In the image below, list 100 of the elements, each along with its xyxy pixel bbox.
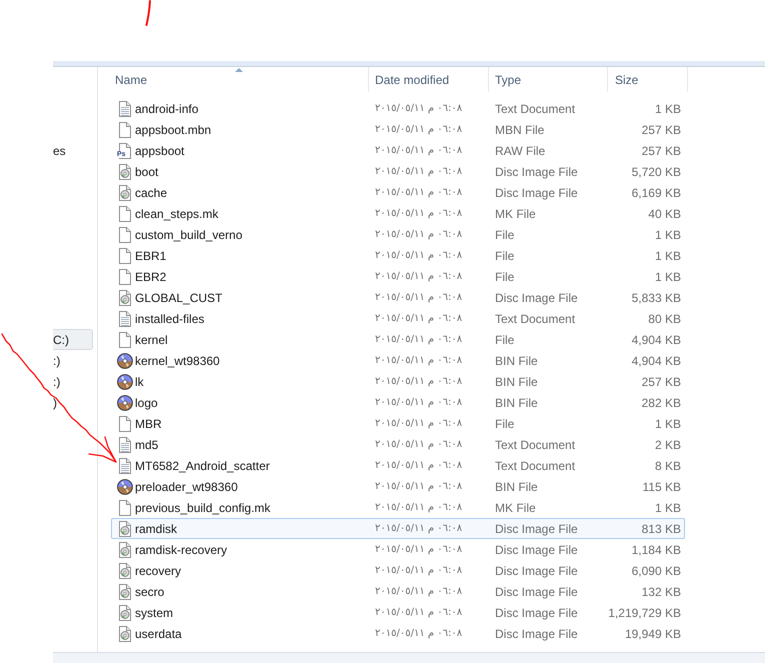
nav-item[interactable]: :)	[53, 371, 93, 392]
disc-file-icon	[117, 184, 133, 200]
date-modified: ٢٠١٥/٠٥/١١ م ٠٦:٠٨	[375, 102, 462, 116]
file-name: md5	[135, 438, 158, 452]
text-file-icon	[117, 100, 133, 116]
file-name: appsboot	[135, 144, 184, 158]
disc-file-icon	[117, 520, 133, 536]
date-modified: ٢٠١٥/٠٥/١١ م ٠٦:٠٨	[375, 248, 462, 262]
blank-file-icon	[117, 416, 133, 432]
file-name: userdata	[135, 626, 182, 640]
disc-icon	[117, 374, 133, 390]
file-name: appsboot.mbn	[135, 122, 212, 136]
file-size: 19,949 KB	[624, 626, 681, 640]
file-type: Text Document	[495, 312, 576, 326]
date-modified: ٢٠١٥/٠٥/١١ م ٠٦:٠٨	[375, 606, 462, 620]
file-type: File	[495, 270, 514, 284]
file-type: Disc Image File	[495, 542, 578, 556]
date-modified: ٢٠١٥/٠٥/١١ م ٠٦:٠٨	[375, 416, 462, 430]
disc-file-icon	[117, 542, 133, 558]
column-header[interactable]: Name	[111, 67, 369, 92]
column-header[interactable]: Date modified	[369, 67, 489, 92]
file-size: 5,833 KB	[632, 290, 681, 304]
date-modified: ٢٠١٥/٠٥/١١ م ٠٦:٠٨	[375, 312, 462, 326]
file-size: 813 KB	[642, 522, 681, 536]
disc-file-icon	[117, 584, 133, 600]
date-modified: ٢٠١٥/٠٥/١١ م ٠٦:٠٨	[375, 228, 462, 242]
disc-icon	[117, 352, 133, 368]
file-type: File	[495, 228, 514, 242]
file-name: boot	[135, 164, 158, 178]
file-type: Disc Image File	[495, 564, 578, 578]
disc-icon	[117, 478, 133, 494]
file-name: MT6582_Android_scatter	[135, 458, 270, 472]
blank-file-icon	[117, 206, 133, 222]
disc-file-icon	[117, 562, 133, 578]
file-name: clean_steps.mk	[135, 206, 218, 220]
blank-file-icon	[117, 500, 133, 516]
file-name: installed-files	[135, 312, 204, 326]
file-size: 4,904 KB	[632, 332, 681, 346]
file-type: Disc Image File	[495, 290, 578, 304]
file-name: ramdisk	[135, 522, 178, 536]
file-size: 1 KB	[654, 416, 681, 430]
date-modified: ٢٠١٥/٠٥/١١ م ٠٦:٠٨	[375, 144, 462, 158]
nav-item[interactable]: :)	[53, 350, 93, 371]
column-header[interactable]: Type	[489, 67, 608, 92]
date-modified: ٢٠١٥/٠٥/١١ م ٠٦:٠٨	[375, 396, 462, 410]
file-name: cache	[135, 186, 168, 200]
file-type: Disc Image File	[495, 584, 578, 598]
file-size: 5,720 KB	[632, 164, 681, 178]
text-file-icon	[117, 458, 133, 474]
file-size: 80 KB	[648, 312, 681, 326]
file-size: 8 KB	[654, 458, 681, 472]
date-modified: ٢٠١٥/٠٥/١١ م ٠٦:٠٨	[375, 122, 462, 136]
file-name: preloader_wt98360	[135, 480, 238, 494]
file-size: 6,169 KB	[632, 186, 681, 200]
nav-item[interactable]: es	[53, 140, 93, 161]
file-type: Text Document	[495, 438, 576, 452]
file-size: 1 KB	[654, 270, 681, 284]
file-size: 282 KB	[642, 396, 681, 410]
file-type: Disc Image File	[495, 164, 578, 178]
file-size: 40 KB	[648, 206, 681, 220]
file-type: Text Document	[495, 102, 576, 116]
blank-file-icon	[117, 122, 133, 138]
disc-file-icon	[117, 626, 133, 642]
date-modified: ٢٠١٥/٠٥/١١ م ٠٦:٠٨	[375, 480, 462, 494]
date-modified: ٢٠١٥/٠٥/١١ م ٠٦:٠٨	[375, 374, 462, 388]
file-type: File	[495, 416, 514, 430]
file-type: RAW File	[495, 144, 546, 158]
disc-file-icon	[117, 290, 133, 306]
file-name: EBR1	[135, 248, 166, 262]
file-name: custom_build_verno	[135, 228, 242, 242]
file-size: 132 KB	[642, 584, 681, 598]
file-size: 1 KB	[654, 102, 681, 116]
file-name: previous_build_config.mk	[135, 500, 270, 514]
file-size: 4,904 KB	[632, 354, 681, 368]
file-size: 1,219,729 KB	[608, 606, 681, 620]
file-name: lk	[135, 374, 144, 388]
file-type: File	[495, 332, 514, 346]
date-modified: ٢٠١٥/٠٥/١١ م ٠٦:٠٨	[375, 290, 462, 304]
date-modified: ٢٠١٥/٠٥/١١ م ٠٦:٠٨	[375, 270, 462, 284]
date-modified: ٢٠١٥/٠٥/١١ م ٠٦:٠٨	[375, 542, 462, 556]
date-modified: ٢٠١٥/٠٥/١١ م ٠٦:٠٨	[375, 438, 462, 452]
column-header[interactable]: Size	[608, 67, 688, 92]
file-type: Text Document	[495, 458, 576, 472]
nav-item[interactable]: )	[53, 392, 93, 413]
blank-file-icon	[117, 268, 133, 284]
disc-icon	[117, 394, 133, 410]
file-type: MK File	[495, 500, 536, 514]
file-size: 2 KB	[654, 438, 681, 452]
file-name: logo	[135, 396, 158, 410]
file-type: MK File	[495, 206, 536, 220]
file-size: 257 KB	[642, 122, 681, 136]
file-type: MBN File	[495, 122, 544, 136]
text-file-icon	[117, 436, 133, 452]
date-modified: ٢٠١٥/٠٥/١١ م ٠٦:٠٨	[375, 354, 462, 368]
date-modified: ٢٠١٥/٠٥/١١ م ٠٦:٠٨	[375, 186, 462, 200]
date-modified: ٢٠١٥/٠٥/١١ م ٠٦:٠٨	[375, 458, 462, 472]
nav-item[interactable]: C:)	[53, 329, 93, 350]
date-modified: ٢٠١٥/٠٥/١١ م ٠٦:٠٨	[375, 584, 462, 598]
pen-stroke	[144, 0, 152, 27]
file-type: File	[495, 248, 514, 262]
